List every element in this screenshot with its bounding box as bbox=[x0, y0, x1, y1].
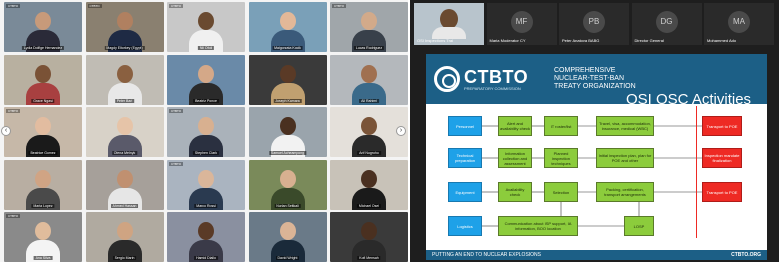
participant-tile[interactable]: CTBTO Nii Ofoli bbox=[167, 2, 245, 52]
participant-name: Kofi Mensah bbox=[357, 256, 381, 260]
participant-name: Peter Bari bbox=[114, 98, 135, 103]
participant-tile[interactable]: Maria Lopez bbox=[4, 159, 82, 210]
category-box: Logistics bbox=[448, 216, 482, 236]
tile-banner: CTBTO bbox=[6, 109, 21, 113]
participant-tile[interactable]: CTBTO Lucas Rodriguez bbox=[330, 2, 408, 52]
participant-initials: PB bbox=[583, 11, 605, 33]
participant-name: Maria Moderator CY bbox=[489, 38, 526, 43]
participant-tile[interactable]: Nurlan Seitkali bbox=[248, 159, 327, 210]
participant-name: Lydia Dolfige Hernandez bbox=[21, 46, 65, 50]
participant-name: Stephen Clark bbox=[192, 151, 220, 155]
participant-tile[interactable]: Kofi Mensah bbox=[330, 212, 408, 262]
shared-screen-panel: OSI Inspections Trai MF Maria Moderator CY… bbox=[410, 0, 779, 262]
participant-tile[interactable]: CTBTO Magdy Eltorkey (Egypt) bbox=[85, 2, 164, 52]
participant-name: Hamid Diallo bbox=[194, 256, 218, 260]
participant-name: Grace Ngasi bbox=[31, 98, 55, 103]
activity-box: Initial inspection plan, plan for POE an… bbox=[596, 148, 654, 168]
participant-tile[interactable]: David Wright bbox=[248, 212, 327, 262]
tile-banner: CTBTO bbox=[6, 214, 21, 218]
participant-initials: MF bbox=[510, 11, 533, 33]
next-page-icon[interactable]: › bbox=[396, 126, 406, 136]
participant-name: Nurlan Seitkali bbox=[274, 203, 301, 208]
participant-name: Nii Ofoli bbox=[197, 46, 215, 50]
participant-name: Beatrice Gomez bbox=[28, 151, 58, 155]
activity-box: Travel, visa, accommodation, insurance, … bbox=[596, 116, 654, 136]
participant-tile[interactable]: Michael Osei bbox=[330, 159, 408, 210]
participant-name: Joseph Kamara bbox=[273, 98, 302, 103]
category-box: Equipment bbox=[448, 182, 482, 202]
participant-name: Maria Lopez bbox=[31, 203, 55, 208]
participant-initials: DG bbox=[655, 11, 678, 33]
participant-initials: MA bbox=[728, 11, 750, 33]
activity-box: Alert and availability check bbox=[498, 116, 532, 136]
tile-banner: CTBTO bbox=[87, 4, 102, 8]
activity-box: Selection bbox=[544, 182, 578, 202]
activity-box: Information collection and assessment bbox=[498, 148, 532, 168]
tile-banner: CTBTO bbox=[332, 4, 347, 8]
participant-name: Ana Silva bbox=[33, 256, 53, 260]
participant-tile[interactable]: Joseph Kamara bbox=[248, 54, 327, 105]
participant-name: Magdy Eltorkey (Egypt) bbox=[104, 46, 145, 50]
participant-name: David Wright bbox=[275, 256, 300, 260]
footer-url: CTBTO.ORG bbox=[731, 252, 761, 258]
deadline-line bbox=[696, 106, 697, 238]
participant-tile[interactable]: Sergio Marin bbox=[85, 212, 164, 262]
tile-banner: CTBTO bbox=[169, 109, 184, 113]
participant-name: Olena Melnyk bbox=[111, 151, 138, 155]
participant-tile[interactable]: Ahmed Hassan bbox=[85, 159, 164, 210]
activity-box: Packing, certification, transport arrang… bbox=[596, 182, 654, 202]
strip-participant-tile[interactable]: OSI Inspections Trai bbox=[414, 3, 484, 45]
participant-tile[interactable]: Hamid Diallo bbox=[167, 212, 245, 262]
participant-tile[interactable]: CTBTO Lydia Dolfige Hernandez bbox=[4, 2, 82, 52]
activity-box: Availability check bbox=[498, 182, 532, 202]
tile-banner: CTBTO bbox=[169, 161, 184, 166]
milestone-box: Transport to POE bbox=[702, 116, 742, 136]
participant-name: Samuel Acheampong bbox=[268, 151, 307, 155]
participant-name: Ali Rahimi bbox=[359, 98, 379, 103]
milestone-box: Transport to POE bbox=[702, 182, 742, 202]
participant-name: Ahmed Hassan bbox=[110, 203, 139, 208]
strip-participant-tile[interactable]: PB Peter Anatova BABG bbox=[559, 3, 629, 45]
activity-box: IT roster/list bbox=[544, 116, 578, 136]
strip-participant-tile[interactable]: MF Maria Moderator CY bbox=[486, 3, 557, 45]
participant-name: Peter Anatova BABG bbox=[562, 38, 600, 43]
participant-name: Director General bbox=[634, 38, 664, 43]
participant-tile[interactable]: Olena Melnyk bbox=[85, 107, 164, 157]
participant-name: Marco Rossi bbox=[194, 203, 218, 208]
participant-name: Beatriz Ponce bbox=[193, 98, 219, 103]
participant-name: Mohammed Ado bbox=[707, 38, 737, 43]
activity-box: LOSP bbox=[624, 216, 654, 236]
participant-gallery: CTBTO Lydia Dolfige Hernandez CTBTO Magdy E… bbox=[0, 0, 408, 262]
activity-box: Communication about ISP support, IA info… bbox=[498, 216, 578, 236]
category-box: Technical preparation bbox=[448, 148, 482, 168]
participant-tile[interactable]: CTBTO Stephen Clark bbox=[167, 107, 245, 157]
participant-tile[interactable]: CTBTO Ana Silva bbox=[4, 212, 82, 262]
participant-name: Sergio Marin bbox=[112, 256, 137, 260]
participant-tile[interactable]: CTBTO Beatrice Gomez bbox=[4, 107, 82, 157]
participant-tile[interactable]: Beatriz Ponce bbox=[167, 54, 245, 105]
participant-name: Malgorzata Kocik bbox=[272, 46, 303, 50]
participant-tile[interactable]: Samuel Acheampong bbox=[248, 107, 327, 157]
strip-participant-tile[interactable]: MA Mohammed Ado bbox=[704, 3, 774, 45]
participant-tile[interactable]: Peter Bari bbox=[85, 54, 164, 105]
participant-name: Arif Nugroho bbox=[357, 151, 381, 155]
milestone-box: Inspection mandate finalization bbox=[702, 148, 742, 168]
participant-tile[interactable]: CTBTO Marco Rossi bbox=[167, 159, 245, 210]
tile-banner: CTBTO bbox=[169, 4, 184, 8]
participant-tile[interactable]: Grace Ngasi bbox=[4, 54, 82, 105]
participant-video bbox=[440, 9, 458, 29]
participant-tile[interactable]: Ali Rahimi bbox=[330, 54, 408, 105]
participant-name: OSI Inspections Trai bbox=[417, 38, 454, 43]
presentation-slide: CTBTO PREPARATORY COMMISSION Comprehensi… bbox=[426, 54, 767, 250]
strip-participant-tile[interactable]: DG Director General bbox=[631, 3, 702, 45]
activity-box: Planned inspection techniques bbox=[544, 148, 578, 168]
participant-name: Lucas Rodriguez bbox=[353, 46, 385, 50]
category-box: Personnel bbox=[448, 116, 482, 136]
participant-tile[interactable]: Malgorzata Kocik bbox=[248, 2, 327, 52]
slide-footer: PUTTING AN END TO NUCLEAR EXPLOSIONS CTB… bbox=[426, 250, 767, 260]
footer-tagline: PUTTING AN END TO NUCLEAR EXPLOSIONS bbox=[432, 252, 542, 258]
participant-name: Michael Osei bbox=[356, 203, 382, 208]
tile-banner: CTBTO bbox=[6, 4, 21, 8]
previous-page-icon[interactable]: ‹ bbox=[1, 126, 11, 136]
